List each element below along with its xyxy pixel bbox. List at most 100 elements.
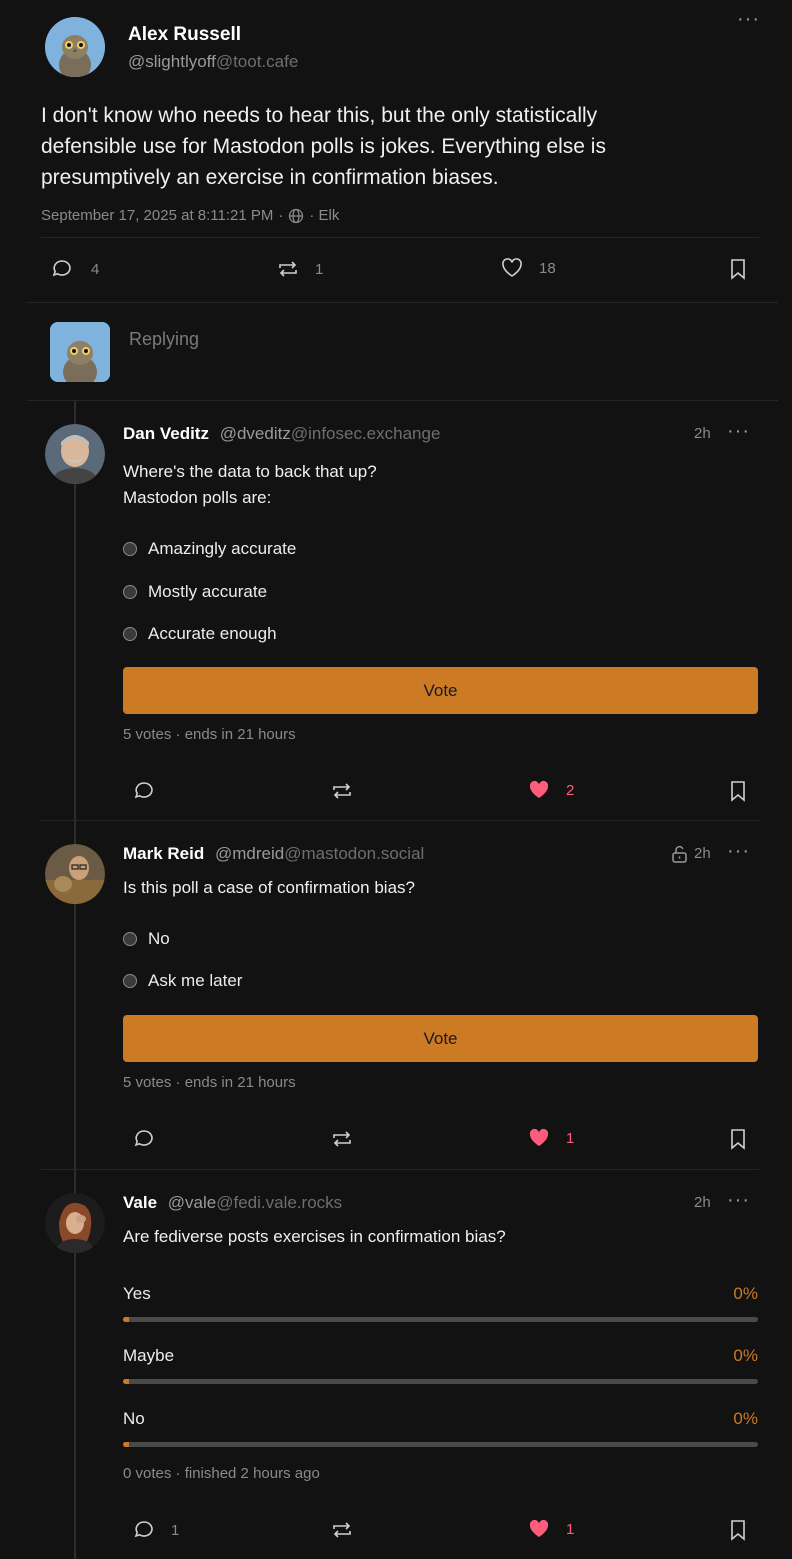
favourite-action[interactable]: 1 [528, 1128, 574, 1148]
poll-result-bar [123, 1379, 758, 1384]
more-options-icon[interactable]: ··· [727, 1190, 750, 1210]
author-name: Mark Reid [123, 844, 205, 863]
more-options-icon[interactable]: ··· [727, 841, 750, 861]
bookmark-action[interactable] [729, 1519, 747, 1546]
client-name[interactable]: · Elk [309, 207, 339, 224]
divider [41, 237, 759, 238]
reply-icon [51, 258, 73, 280]
radio-button[interactable] [123, 932, 137, 946]
boost-icon [330, 1128, 354, 1150]
favourite-action[interactable]: 2 [528, 780, 574, 800]
poll-result-label: Maybe [123, 1346, 175, 1365]
vote-button[interactable]: Vote [123, 667, 758, 714]
post-text-line: I don't know who needs to hear this, but… [41, 104, 598, 127]
post-text-line: Where's the data to back that up? [123, 462, 377, 481]
author-handle-line[interactable]: @slightlyoff@toot.cafe [128, 52, 298, 72]
poll-option[interactable]: Amazingly accurate [123, 539, 296, 559]
globe-icon [288, 208, 304, 224]
reply-action[interactable] [133, 1128, 155, 1155]
post-text: Where's the data to back that up? Mastod… [123, 459, 377, 511]
favourite-count: 1 [566, 1129, 575, 1147]
vote-button[interactable]: Vote [123, 1015, 758, 1062]
reply-count: 1 [171, 1521, 180, 1539]
post-text: Are fediverse posts exercises in confirm… [123, 1224, 506, 1250]
author-line[interactable]: Dan Veditz @dveditz@infosec.exchange [123, 424, 440, 444]
divider [41, 1169, 759, 1170]
poll-result-percent: 0% [733, 1284, 758, 1303]
favourite-count: 18 [539, 259, 556, 277]
reply-icon [133, 780, 155, 802]
poll-option[interactable]: No [123, 929, 170, 949]
boost-icon [330, 780, 354, 802]
poll-option-label: Mostly accurate [148, 582, 268, 601]
author-avatar[interactable] [45, 1193, 105, 1253]
radio-button[interactable] [123, 974, 137, 988]
poll-option-label: Ask me later [148, 971, 243, 990]
poll-option-label: Accurate enough [148, 624, 277, 643]
author-server: @infosec.exchange [290, 424, 441, 443]
bookmark-action[interactable] [729, 780, 747, 807]
poll-option-label: Amazingly accurate [148, 539, 297, 558]
post-text-line: Is this poll a case of confirmation bias… [123, 878, 415, 897]
poll-meta: 5 votes · ends in 21 hours [123, 726, 296, 743]
author-handle: @vale [167, 1193, 217, 1212]
author-avatar[interactable] [45, 424, 105, 484]
reply-icon [133, 1128, 155, 1150]
reply-input[interactable]: Replying [129, 329, 199, 350]
reply-icon [133, 1519, 155, 1541]
author-server: @toot.cafe [215, 52, 299, 71]
post-text-line: defensible use for Mastodon polls is jok… [41, 135, 606, 158]
post-text-line: Are fediverse posts exercises in confirm… [123, 1227, 506, 1246]
poll-result-bar-fill [123, 1442, 129, 1447]
reply-action[interactable]: 4 [51, 258, 99, 280]
boost-action[interactable] [330, 1128, 354, 1155]
boost-action[interactable] [330, 780, 354, 807]
poll-result-bar-fill [123, 1317, 129, 1322]
poll-option[interactable]: Accurate enough [123, 624, 277, 644]
favourite-action[interactable]: 1 [528, 1519, 574, 1539]
thread-line [74, 401, 76, 1559]
author-line[interactable]: Vale @vale@fedi.vale.rocks [123, 1193, 342, 1213]
author-avatar[interactable] [45, 844, 105, 904]
poll-option-label: No [148, 929, 170, 948]
post-time[interactable]: 2h [694, 425, 711, 442]
post-time[interactable]: 2h [694, 845, 711, 862]
favourite-count: 1 [566, 1520, 575, 1538]
post-timestamp[interactable]: September 17, 2025 at 8:11:21 PM [41, 207, 273, 224]
radio-button[interactable] [123, 542, 137, 556]
reply-action[interactable]: 1 [133, 1519, 179, 1541]
poll-option[interactable]: Mostly accurate [123, 582, 267, 602]
boost-action[interactable] [330, 1519, 354, 1546]
more-options-icon[interactable]: ··· [727, 421, 750, 441]
post-time[interactable]: 2h [694, 1194, 711, 1211]
author-avatar[interactable] [45, 17, 105, 77]
boost-action[interactable]: 1 [276, 258, 323, 280]
poll-result: No 0% [123, 1409, 758, 1447]
my-avatar [50, 322, 110, 382]
radio-button[interactable] [123, 627, 137, 641]
bookmark-icon [729, 780, 747, 802]
heart-outline-icon [501, 258, 523, 278]
bookmark-action[interactable] [729, 258, 747, 285]
poll-result-bar [123, 1317, 758, 1322]
radio-button[interactable] [123, 585, 137, 599]
poll-option[interactable]: Ask me later [123, 971, 242, 991]
boost-icon [330, 1519, 354, 1541]
favourite-action[interactable]: 18 [501, 258, 556, 278]
author-name[interactable]: Alex Russell [128, 24, 241, 46]
reply-action[interactable] [133, 780, 155, 807]
more-options-icon[interactable]: ··· [737, 9, 760, 29]
author-handle: @dveditz [219, 424, 291, 443]
divider [27, 400, 778, 401]
poll-result: Yes 0% [123, 1284, 758, 1322]
author-server: @fedi.vale.rocks [216, 1193, 343, 1212]
author-line[interactable]: Mark Reid @mdreid@mastodon.social [123, 844, 424, 864]
bookmark-action[interactable] [729, 1128, 747, 1155]
poll-result-label: No [123, 1409, 145, 1428]
heart-filled-icon [528, 780, 550, 800]
heart-filled-icon [528, 1519, 550, 1539]
poll-result-bar-fill [123, 1379, 129, 1384]
boost-icon [276, 258, 300, 280]
favourite-count: 2 [566, 781, 575, 799]
divider [27, 302, 778, 303]
